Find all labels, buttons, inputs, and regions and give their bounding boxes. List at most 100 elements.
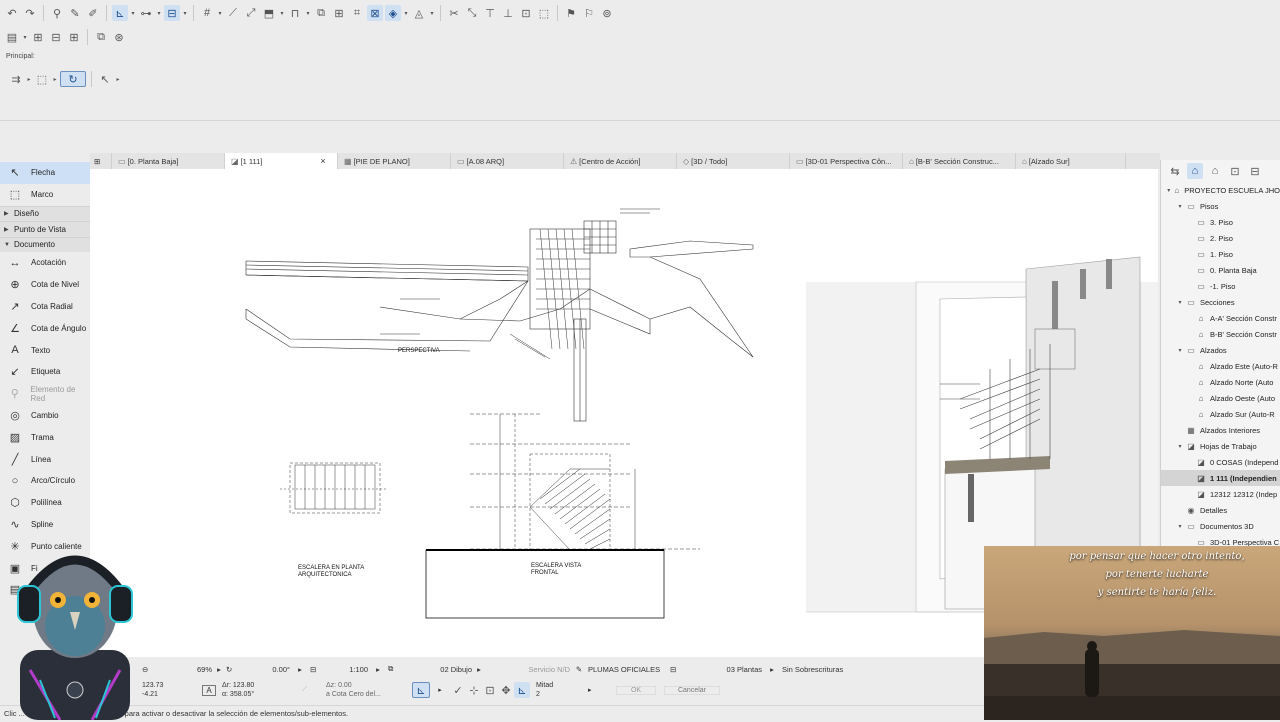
pen-icon[interactable]: ✎ xyxy=(570,665,588,674)
pointer-icon[interactable]: ↖ xyxy=(97,71,113,87)
tab-1-111[interactable]: ◪ [1 111] × xyxy=(225,153,338,169)
pick-up-icon[interactable]: ⚲ xyxy=(49,5,65,21)
structure-value[interactable]: Servicio N/D xyxy=(486,665,570,674)
eyedropper-icon[interactable]: ✎ xyxy=(67,5,83,21)
tool-polilinea[interactable]: ⬡ Polilínea xyxy=(0,492,90,514)
layer-settings-icon[interactable]: ▤ xyxy=(4,29,20,45)
tab-3d-todo[interactable]: ◇ [3D / Todo] xyxy=(677,153,790,169)
navigator-item[interactable]: ⌂ Alzado Norte (Auto xyxy=(1161,374,1280,390)
chevron-right-icon[interactable]: ▸ xyxy=(52,71,58,87)
navigator-item[interactable]: ▭ 0. Planta Baja xyxy=(1161,262,1280,278)
cancel-button[interactable]: Cancelar xyxy=(664,685,720,695)
chevron-down-icon[interactable]: ▾ xyxy=(429,5,435,21)
chevron-down-icon[interactable]: ▾ xyxy=(279,5,285,21)
chevron-down-icon[interactable]: ▾ xyxy=(305,5,311,21)
redo-icon[interactable]: ↷ xyxy=(22,5,38,21)
navigator-item[interactable]: ⌂ Alzado Oeste (Auto xyxy=(1161,390,1280,406)
publisher-icon[interactable]: ⊟ xyxy=(1247,163,1263,179)
measure-icon[interactable]: ⟋ xyxy=(225,5,241,21)
chevron-down-icon[interactable]: ▾ xyxy=(1175,443,1185,450)
tab-alzado-sur[interactable]: ⌂ [Alzado Sur] xyxy=(1016,153,1126,169)
scissors-icon[interactable]: ✂ xyxy=(446,5,462,21)
chevron-right-icon[interactable]: ▸ xyxy=(26,71,32,87)
model-view-value[interactable]: 03 Plantas xyxy=(686,665,762,674)
tab-a-08-arq[interactable]: ▭ [A.08 ARQ] xyxy=(451,153,564,169)
section-icon[interactable]: ⊟ xyxy=(48,29,64,45)
navigator-item[interactable]: ▭ 1. Piso xyxy=(1161,246,1280,262)
view-map-icon[interactable]: ⌂ xyxy=(1207,163,1223,179)
pointer-tool-icon[interactable]: ✥ xyxy=(498,682,514,698)
chevron-down-icon[interactable]: ▾ xyxy=(1175,203,1185,210)
polar-coordinates[interactable]: Δr: 123.80 α: 358.05° xyxy=(222,681,302,699)
zoom-icon[interactable]: ⊖ xyxy=(142,665,172,674)
frame-icon[interactable]: ⬒ xyxy=(261,5,277,21)
snap-mode-icon[interactable]: ⊾ xyxy=(412,682,430,698)
elevation-dimension-icon[interactable]: ⤢ xyxy=(243,5,259,21)
toolbox-section-viewpoint[interactable]: ▶ Punto de Vista xyxy=(0,221,90,237)
suspend-groups-icon[interactable]: ⌗ xyxy=(349,5,365,21)
navigator-item[interactable]: ▾ ▭ Pisos xyxy=(1161,198,1280,214)
chevron-right-icon[interactable]: ▸ xyxy=(212,665,226,674)
layer-combo-icon[interactable]: ⧉ xyxy=(388,664,402,674)
tab-b-b-seccion-construc[interactable]: ⌂ [B-B' Sección Construc... xyxy=(903,153,1016,169)
tool-cota-radial[interactable]: ↗ Cota Radial xyxy=(0,296,90,318)
navigator-item[interactable]: ▭ -1. Piso xyxy=(1161,278,1280,294)
pen-set-value[interactable]: PLUMAS OFICIALES xyxy=(588,665,670,674)
chevron-right-icon[interactable]: ▸ xyxy=(115,71,121,87)
snap-points-icon[interactable]: ⊾ xyxy=(514,682,530,698)
mark-icon[interactable]: ⚐ xyxy=(581,5,597,21)
tab-0-planta-baja[interactable]: ▭ [0. Planta Baja] xyxy=(112,153,225,169)
lock-icon[interactable]: ⊓ xyxy=(287,5,303,21)
tab-overview-icon[interactable]: ⊞ xyxy=(90,153,112,169)
toolbox-section-document[interactable]: ▼ Documento xyxy=(0,236,90,253)
chevron-right-icon[interactable]: ▸ xyxy=(368,665,388,674)
guide-lines-icon[interactable]: ⊾ xyxy=(112,5,128,21)
slope-icon[interactable]: ⟋ xyxy=(302,686,326,694)
snap-setting[interactable]: Mitad 2 xyxy=(530,681,588,699)
chevron-down-icon[interactable]: ▾ xyxy=(403,5,409,21)
scale-value[interactable]: 1:100 xyxy=(324,665,368,674)
model-view-icon[interactable]: ⊟ xyxy=(670,665,686,674)
tool-flecha[interactable]: ↖ Flecha xyxy=(0,162,90,184)
tool-arco-circulo[interactable]: ○ Arco/Círculo xyxy=(0,470,90,492)
scale-icon[interactable]: ⊟ xyxy=(310,665,324,674)
group-icon[interactable]: ⧉ xyxy=(313,5,329,21)
teamwork-icon[interactable]: ⊛ xyxy=(111,29,127,45)
navigator-item[interactable]: ▾ ▭ Secciones xyxy=(1161,294,1280,310)
tool-cota-de-angulo[interactable]: ∠ Cota de Ángulo xyxy=(0,317,90,339)
3d-view-icon[interactable]: ◈ xyxy=(385,5,401,21)
tool-texto[interactable]: A Texto xyxy=(0,339,90,361)
chevron-right-icon[interactable]: ▸ xyxy=(430,686,450,694)
tab-pie-de-plano[interactable]: ▦ [PIE DE PLANO] xyxy=(338,153,451,169)
navigator-item[interactable]: ▦ Alzados Interiores xyxy=(1161,422,1280,438)
rotate-view-icon[interactable]: ↻ xyxy=(226,665,240,674)
chevron-down-icon[interactable]: ▾ xyxy=(1175,347,1185,354)
tracker-icon[interactable]: ⊶ xyxy=(138,5,154,21)
chevron-right-icon[interactable]: ▸ xyxy=(588,686,602,694)
chevron-down-icon[interactable]: ▾ xyxy=(1165,187,1172,194)
angle-value[interactable]: 0.00° xyxy=(240,665,290,674)
trim-icon[interactable]: ⊤ xyxy=(482,5,498,21)
table-icon[interactable]: ⊞ xyxy=(66,29,82,45)
navigator-item[interactable]: ▾ ⌂ PROYECTO ESCUELA JHO xyxy=(1161,182,1280,198)
navigator-item[interactable]: ▾ ▭ Alzados xyxy=(1161,342,1280,358)
chevron-down-icon[interactable]: ▾ xyxy=(217,5,223,21)
tool-cota-de-nivel[interactable]: ⊕ Cota de Nivel xyxy=(0,274,90,296)
navigator-item[interactable]: ▭ 2. Piso xyxy=(1161,230,1280,246)
layer-combo-value[interactable]: 02 Dibujo xyxy=(402,665,472,674)
chevron-down-icon[interactable]: ▾ xyxy=(22,29,28,45)
toolbox-section-design[interactable]: ▶ Diseño xyxy=(0,205,90,222)
grid-snap-icon[interactable]: # xyxy=(199,5,215,21)
navigator-item[interactable]: ▾ ◪ Hojas de Trabajo xyxy=(1161,438,1280,454)
offset-icon[interactable]: ⊡ xyxy=(518,5,534,21)
text-tool-icon[interactable]: A xyxy=(202,684,216,696)
tool-marco[interactable]: ⬚ Marco xyxy=(0,184,90,206)
navigator-item[interactable]: ⌂ A-A' Sección Constr xyxy=(1161,310,1280,326)
layout-book-icon[interactable]: ⊡ xyxy=(1227,163,1243,179)
resize-icon[interactable]: ⬚ xyxy=(536,5,552,21)
chevron-down-icon[interactable]: ▾ xyxy=(156,5,162,21)
navigator-item[interactable]: ▾ ▭ Documentos 3D xyxy=(1161,518,1280,534)
close-tab-icon[interactable]: × xyxy=(320,156,325,166)
tab-3d-01-perspectiva-con[interactable]: ▭ [3D-01 Perspectiva Côn... xyxy=(790,153,903,169)
navigator-item[interactable]: ◪ 1 111 (Independien xyxy=(1161,470,1280,486)
